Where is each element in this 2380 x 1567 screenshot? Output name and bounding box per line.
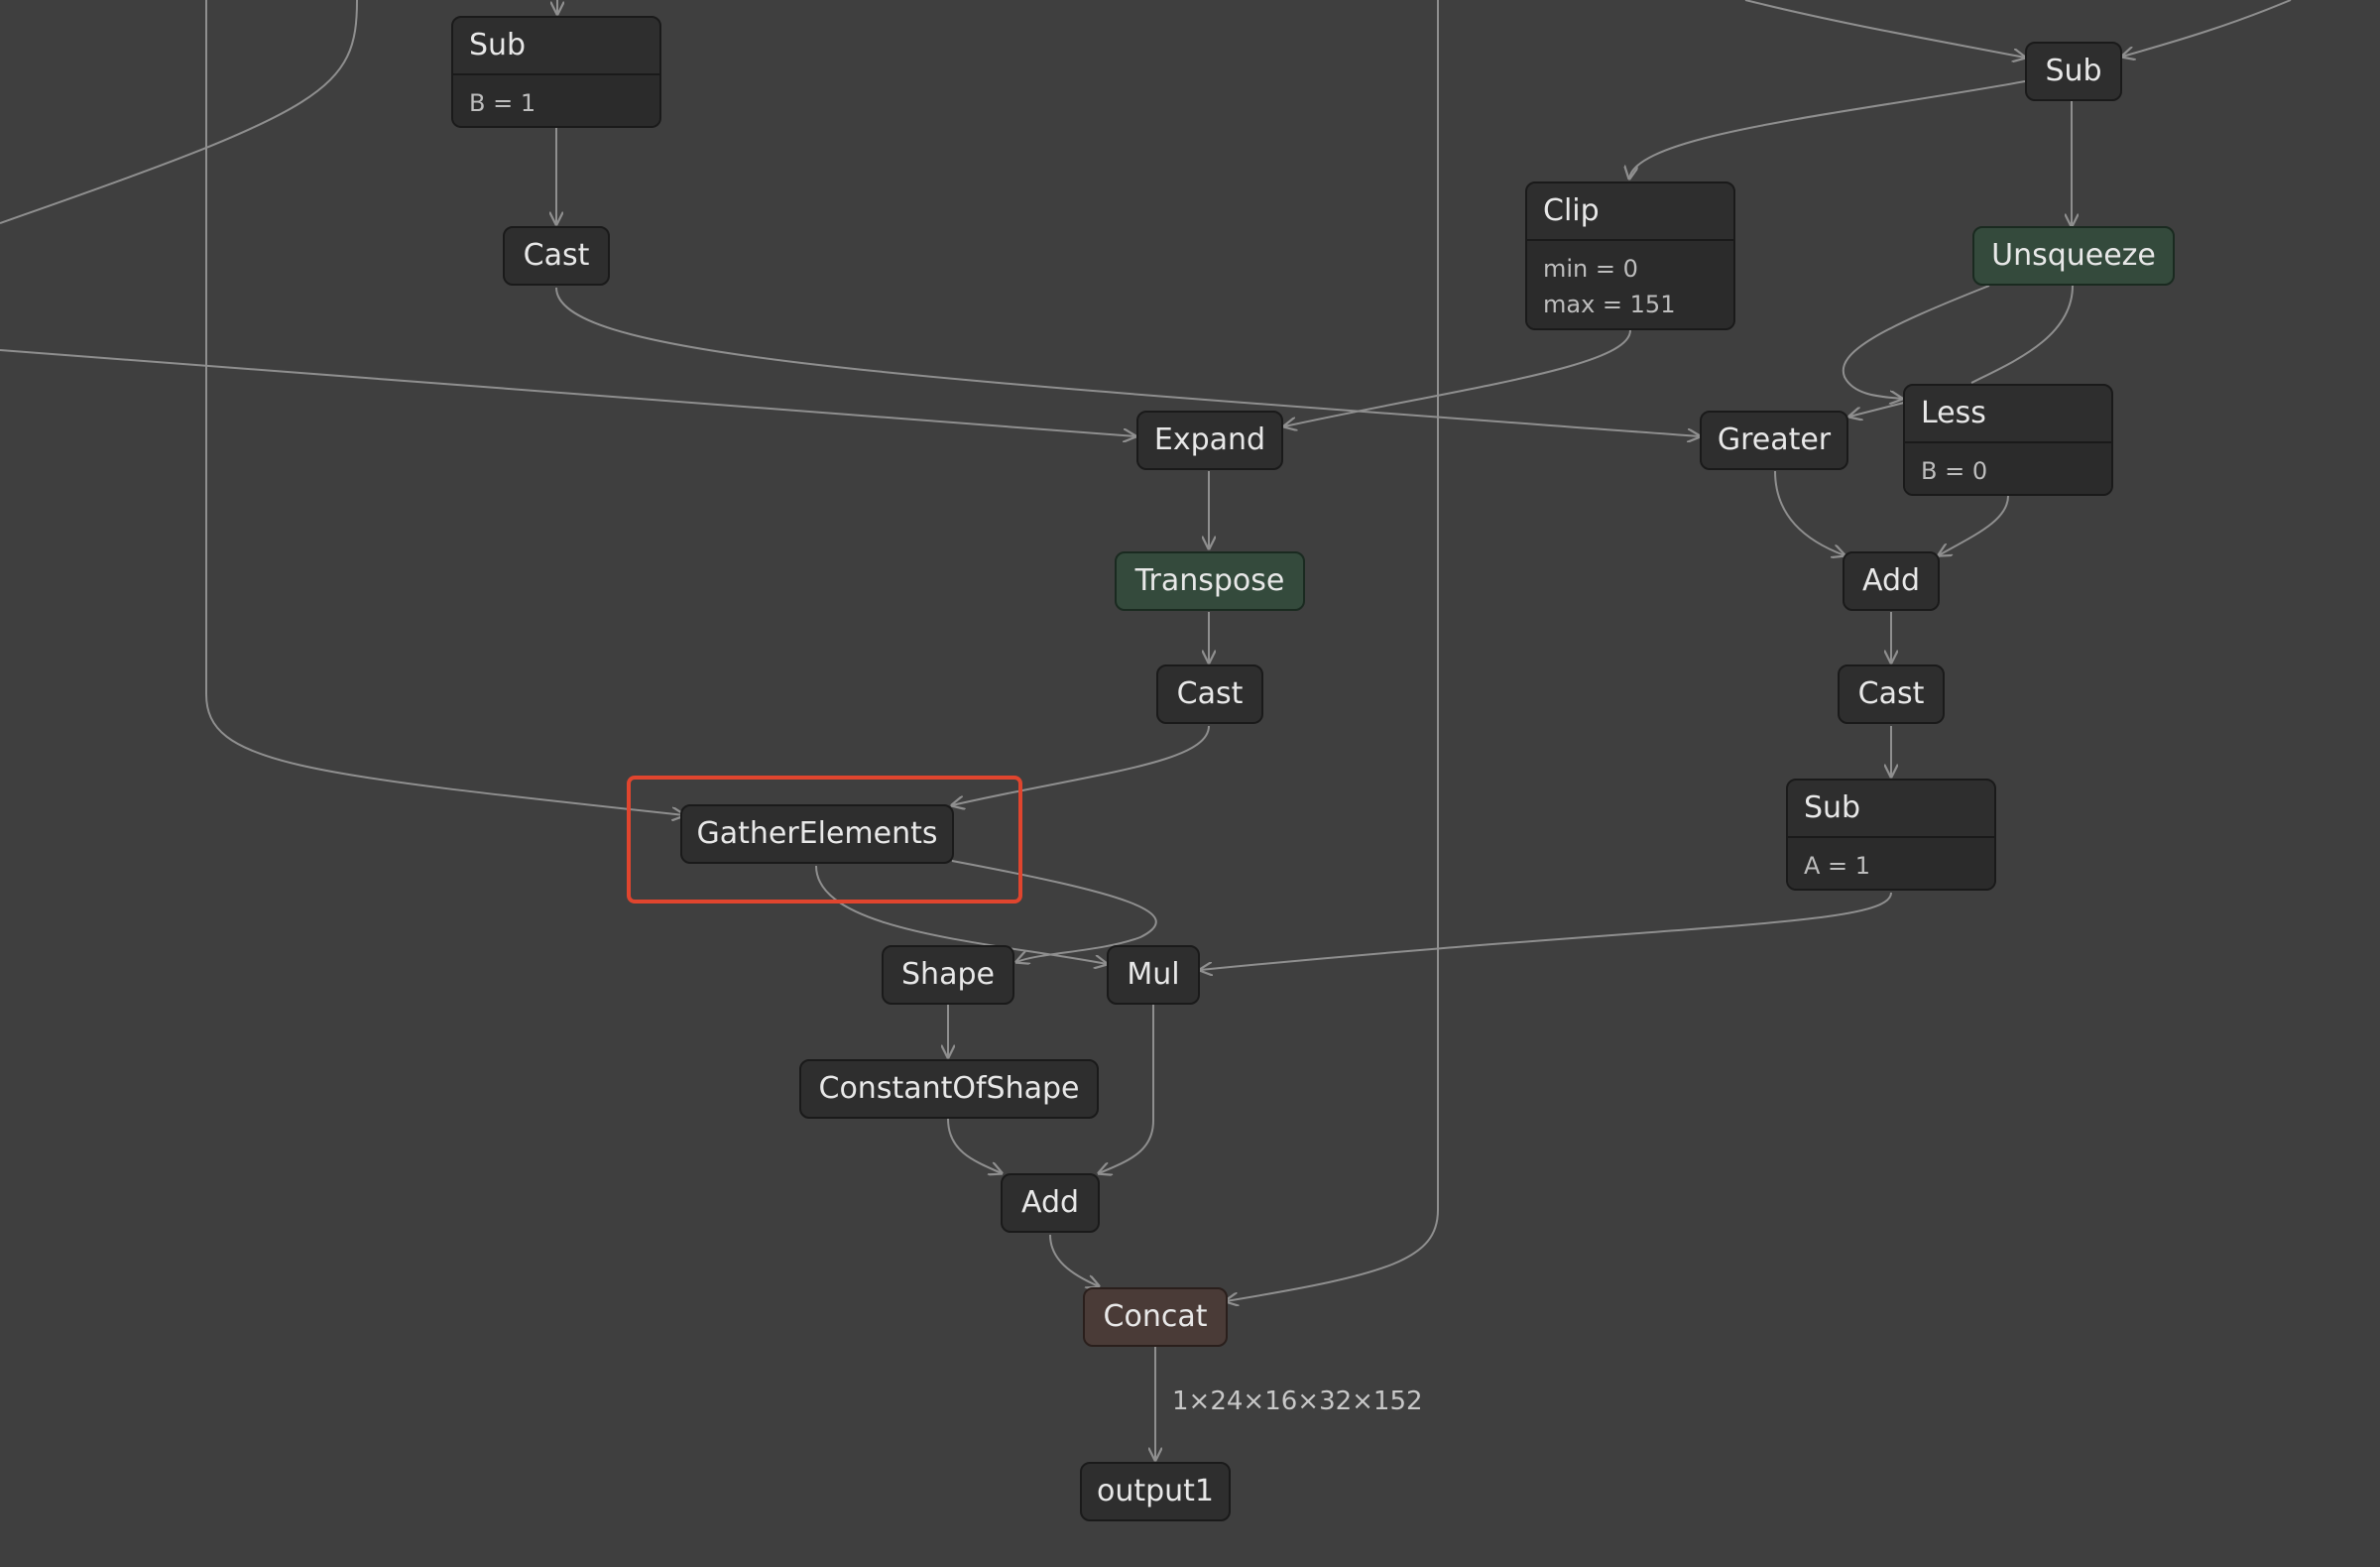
node-title: output1 xyxy=(1096,1474,1215,1508)
node-sub[interactable]: Sub A = 1 xyxy=(1786,779,1996,891)
node-title: GatherElements xyxy=(696,816,938,851)
node-cast[interactable]: Cast xyxy=(1838,664,1945,724)
node-clip[interactable]: Clip min = 0 max = 151 xyxy=(1525,181,1735,330)
edge-sub-clip xyxy=(1629,80,2026,179)
node-cast[interactable]: Cast xyxy=(1156,664,1263,724)
edge-clip-expand xyxy=(1284,329,1631,426)
node-unsqueeze[interactable]: Unsqueeze xyxy=(1972,226,2175,286)
node-title: Mul xyxy=(1127,957,1180,992)
edge-greater-add xyxy=(1774,470,1844,555)
attr: max = 151 xyxy=(1543,291,1676,318)
attr: min = 0 xyxy=(1543,255,1638,283)
edge-sub-mul xyxy=(1200,892,1892,970)
node-output[interactable]: output1 xyxy=(1080,1462,1231,1521)
node-title: Sub xyxy=(2045,54,2102,88)
node-attributes: A = 1 xyxy=(1788,836,1994,889)
node-mul[interactable]: Mul xyxy=(1107,945,1200,1005)
node-concat[interactable]: Concat xyxy=(1083,1287,1228,1347)
edge-less-greater xyxy=(1849,402,1905,417)
node-title: Less xyxy=(1921,396,1986,430)
node-attributes: B = 1 xyxy=(453,73,659,126)
attr: B = 0 xyxy=(1921,457,1988,485)
node-title: Cast xyxy=(1857,676,1925,711)
node-cast[interactable]: Cast xyxy=(503,226,610,286)
node-constantofshape[interactable]: ConstantOfShape xyxy=(799,1059,1099,1119)
edge-less-add xyxy=(1939,495,2009,555)
node-title: Greater xyxy=(1717,422,1832,457)
node-title: Cast xyxy=(1176,676,1244,711)
edge-into-sub-right-a xyxy=(1744,0,2025,58)
node-title: Transpose xyxy=(1134,563,1285,598)
node-expand[interactable]: Expand xyxy=(1136,411,1283,470)
node-title: Clip xyxy=(1543,193,1600,228)
attr: A = 1 xyxy=(1804,852,1871,880)
node-attributes: B = 0 xyxy=(1905,441,2111,494)
node-less[interactable]: Less B = 0 xyxy=(1903,384,2113,496)
edge-unsqueeze-less xyxy=(1970,285,2074,384)
node-add[interactable]: Add xyxy=(1001,1173,1100,1233)
edge-unsqueeze-greater xyxy=(1842,285,1990,399)
edge-into-sub-right-b xyxy=(2122,0,2292,57)
edge-cos-add xyxy=(947,1118,1002,1173)
node-title: Concat xyxy=(1103,1299,1208,1334)
node-add[interactable]: Add xyxy=(1843,551,1940,611)
edge-shape-label: 1×24×16×32×152 xyxy=(1172,1386,1423,1416)
node-title: Add xyxy=(1020,1185,1080,1220)
node-attributes: min = 0 max = 151 xyxy=(1527,239,1733,328)
node-title: Cast xyxy=(523,238,590,273)
node-title: Add xyxy=(1861,563,1921,598)
node-title: Sub xyxy=(1804,790,1861,825)
node-greater[interactable]: Greater xyxy=(1700,411,1848,470)
node-title: ConstantOfShape xyxy=(818,1071,1080,1106)
node-title: Shape xyxy=(901,957,995,992)
node-shape[interactable]: Shape xyxy=(882,945,1014,1005)
node-title: Unsqueeze xyxy=(1991,238,2156,273)
edge-add-concat xyxy=(1049,1234,1099,1286)
node-gatherelements[interactable]: GatherElements xyxy=(680,804,954,864)
edge-left-expand xyxy=(0,349,1135,436)
node-sub[interactable]: Sub xyxy=(2025,42,2122,101)
node-title: Expand xyxy=(1153,422,1266,457)
node-title: Sub xyxy=(469,28,527,62)
node-transpose[interactable]: Transpose xyxy=(1115,551,1305,611)
attr: B = 1 xyxy=(469,89,536,117)
edge-mul-add xyxy=(1099,1005,1154,1173)
edge-vertical-to-concat xyxy=(1226,0,1439,1301)
edge xyxy=(0,0,358,224)
node-sub[interactable]: Sub B = 1 xyxy=(451,16,661,128)
